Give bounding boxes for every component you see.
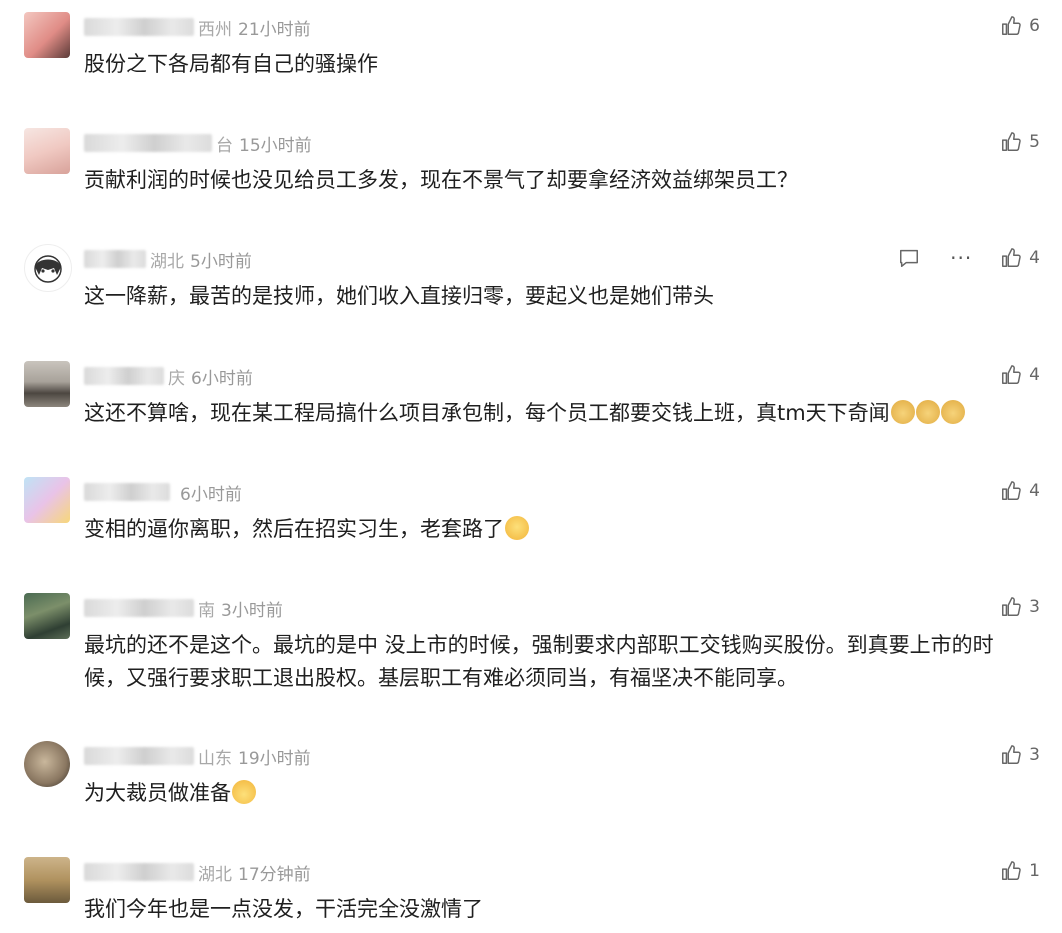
comment-text: 这还不算啥，现在某工程局搞什么项目承包制，每个员工都要交钱上班，真tm天下奇闻 [84, 397, 1034, 430]
cat-emoji-icon [890, 400, 915, 424]
avatar[interactable] [24, 593, 70, 639]
comment-actions: 6 [999, 14, 1040, 38]
like-count: 4 [1029, 365, 1040, 385]
timestamp: 5小时前 [190, 251, 252, 272]
thumbs-up-icon [999, 246, 1023, 270]
timestamp: 15小时前 [239, 135, 312, 156]
like-button[interactable]: 4 [999, 246, 1040, 270]
like-button[interactable]: 3 [999, 595, 1040, 619]
location: 西州 [198, 19, 232, 40]
thumbs-up-icon [999, 743, 1023, 767]
timestamp: 6小时前 [191, 368, 253, 389]
cat-emoji-icon [940, 400, 965, 424]
avatar[interactable] [24, 361, 70, 407]
like-count: 4 [1029, 248, 1040, 268]
username-redacted[interactable] [84, 18, 194, 36]
thumbs-up-icon [999, 14, 1023, 38]
cat-emoji-icon [915, 400, 940, 424]
smirk-emoji-icon [505, 516, 529, 540]
sunglasses-emoji-icon [232, 780, 256, 804]
like-count: 5 [1029, 132, 1040, 152]
like-count: 4 [1029, 481, 1040, 501]
like-count: 6 [1029, 16, 1040, 36]
username-redacted[interactable] [84, 134, 212, 152]
comment-meta: 台 15小时前 [84, 132, 312, 156]
like-button[interactable]: 6 [999, 14, 1040, 38]
location: 南 [198, 600, 215, 621]
username-redacted[interactable] [84, 863, 194, 881]
timestamp: 3小时前 [221, 600, 283, 621]
like-button[interactable]: 3 [999, 743, 1040, 767]
comment-text: 股份之下各局都有自己的骚操作 [84, 52, 378, 76]
like-count: 1 [1029, 861, 1040, 881]
like-count: 3 [1029, 597, 1040, 617]
timestamp: 21小时前 [238, 19, 311, 40]
like-button[interactable]: 1 [999, 859, 1040, 883]
comment-meta: 湖北 5小时前 [84, 248, 252, 272]
more-dots-icon[interactable]: ··· [949, 246, 973, 270]
comment-text: 最坑的还不是这个。最坑的是中 没上市的时候，强制要求内部职工交钱购买股份。到真要… [84, 633, 994, 690]
comment-meta: 庆 6小时前 [84, 365, 253, 389]
comment-meta: 西州 21小时前 [84, 16, 311, 40]
comment-actions: 5 [999, 130, 1040, 154]
avatar[interactable] [24, 128, 70, 174]
timestamp: 19小时前 [238, 748, 311, 769]
comment-actions: ··· 4 [897, 246, 1040, 270]
comment-actions: 4 [999, 363, 1040, 387]
location: 湖北 [198, 864, 232, 885]
avatar[interactable] [24, 477, 70, 523]
username-redacted[interactable] [84, 367, 164, 385]
like-button[interactable]: 4 [999, 479, 1040, 503]
comment-meta: 南 3小时前 [84, 597, 283, 621]
comment-meta: 湖北 17分钟前 [84, 861, 311, 885]
thumbs-up-icon [999, 479, 1023, 503]
comment-actions: 3 [999, 743, 1040, 767]
username-redacted[interactable] [84, 250, 146, 268]
comment-meta: 6小时前 [84, 481, 242, 505]
comment-meta: 山东 19小时前 [84, 745, 311, 769]
avatar[interactable] [24, 857, 70, 903]
avatar[interactable] [24, 244, 72, 292]
thumbs-up-icon [999, 130, 1023, 154]
comment-text: 为大裁员做准备 [84, 777, 1034, 810]
comment-text: 这一降薪，最苦的是技师，她们收入直接归零，要起义也是她们带头 [84, 284, 714, 308]
comment-text: 变相的逼你离职，然后在招实习生，老套路了 [84, 513, 1034, 546]
comment-actions: 4 [999, 479, 1040, 503]
like-button[interactable]: 5 [999, 130, 1040, 154]
avatar[interactable] [24, 741, 70, 787]
username-redacted[interactable] [84, 747, 194, 765]
like-count: 3 [1029, 745, 1040, 765]
comment-text: 贡献利润的时候也没见给员工多发，现在不景气了却要拿经济效益绑架员工？ [84, 168, 798, 192]
avatar[interactable] [24, 12, 70, 58]
location: 湖北 [150, 251, 184, 272]
location: 台 [216, 135, 233, 156]
username-redacted[interactable] [84, 599, 194, 617]
thumbs-up-icon [999, 859, 1023, 883]
comment-text-content: 为大裁员做准备 [84, 781, 231, 805]
comment-text: 我们今年也是一点没发，干活完全没激情了 [84, 897, 483, 921]
like-button[interactable]: 4 [999, 363, 1040, 387]
comment-actions: 1 [999, 859, 1040, 883]
comment-text-content: 这还不算啥，现在某工程局搞什么项目承包制，每个员工都要交钱上班，真tm天下奇闻 [84, 401, 890, 425]
location: 山东 [198, 748, 232, 769]
comment-text-content: 变相的逼你离职，然后在招实习生，老套路了 [84, 517, 504, 541]
timestamp: 6小时前 [180, 484, 242, 505]
timestamp: 17分钟前 [238, 864, 311, 885]
thumbs-up-icon [999, 363, 1023, 387]
location: 庆 [168, 368, 185, 389]
comment-actions: 3 [999, 595, 1040, 619]
username-redacted[interactable] [84, 483, 170, 501]
comment-icon[interactable] [897, 246, 921, 270]
thumbs-up-icon [999, 595, 1023, 619]
